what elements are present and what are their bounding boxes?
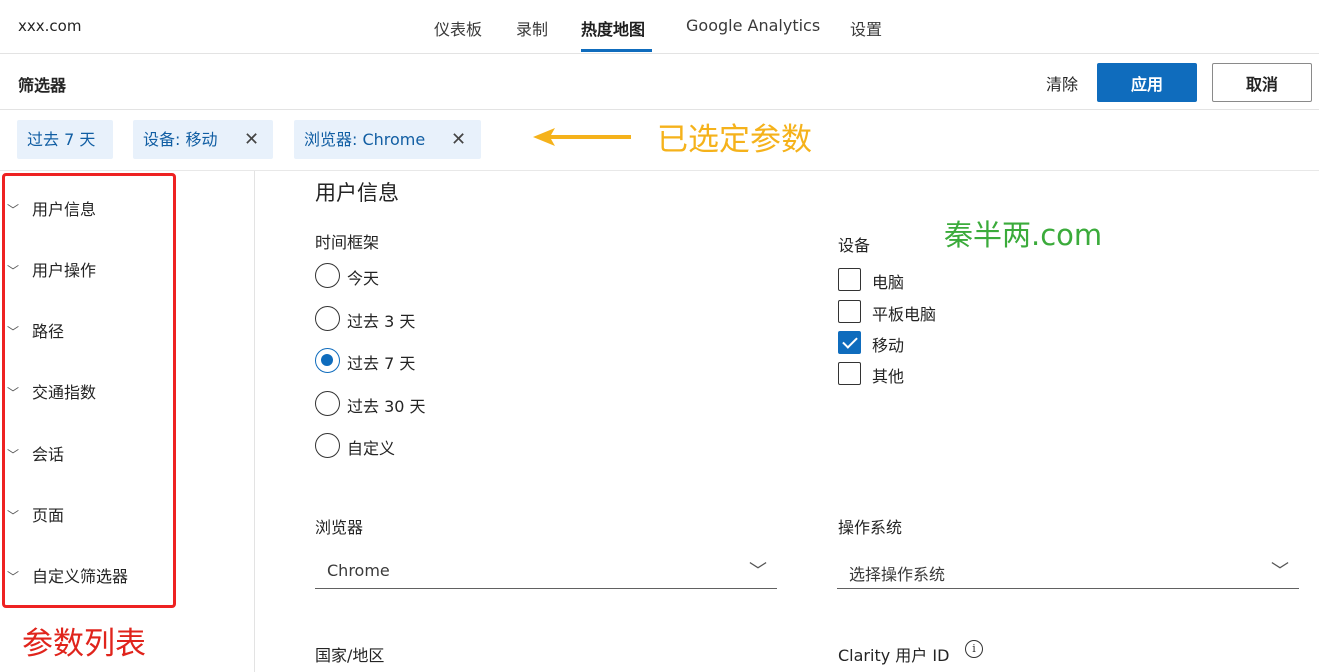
info-icon[interactable]: i [965, 640, 983, 658]
close-icon[interactable]: ✕ [451, 120, 466, 159]
os-dropdown[interactable]: 选择操作系统 ﹀ [837, 553, 1299, 589]
annotation-arrow-icon [533, 128, 631, 146]
radio-circle [315, 306, 340, 331]
radio-circle [315, 391, 340, 416]
active-tab-indicator [581, 49, 652, 52]
watermark: 秦半两.com [944, 218, 1103, 252]
browser-dropdown[interactable]: Chrome ﹀ [315, 553, 777, 589]
checkbox-box-checked [838, 331, 861, 354]
annotation-highlight-box [2, 173, 176, 608]
radio-label: 过去 30 天 [347, 397, 426, 416]
browser-label: 浏览器 [315, 518, 364, 537]
os-label: 操作系统 [838, 518, 903, 537]
clear-button[interactable]: 清除 [1046, 71, 1078, 95]
checkbox-box [838, 362, 861, 385]
radio-circle-selected [315, 348, 340, 373]
filter-panel-title: 筛选器 [18, 76, 67, 95]
clarity-user-id-label: Clarity 用户 ID [838, 646, 950, 665]
chevron-down-icon: ﹀ [749, 561, 767, 582]
checkbox-label: 平板电脑 [872, 305, 937, 324]
filter-chip-device[interactable]: 设备: 移动 ✕ [133, 120, 273, 159]
nav-tab-settings[interactable]: 设置 [850, 16, 882, 40]
chevron-down-icon: ﹀ [1271, 561, 1289, 582]
top-navigation-bar: xxx.com 仪表板 录制 热度地图 Google Analytics 设置 [0, 0, 1319, 54]
os-dropdown-placeholder: 选择操作系统 [849, 565, 946, 584]
radio-label: 自定义 [347, 439, 396, 458]
browser-dropdown-value: Chrome [327, 561, 390, 580]
checkbox-label: 电脑 [872, 273, 905, 292]
radio-circle [315, 263, 340, 288]
annotation-selected-params: 已选定参数 [657, 122, 812, 158]
filter-header: 筛选器 清除 应用 取消 [0, 54, 1319, 110]
radio-circle [315, 433, 340, 458]
filter-chip-time[interactable]: 过去 7 天 [17, 120, 113, 159]
filter-chip-browser[interactable]: 浏览器: Chrome ✕ [294, 120, 481, 159]
section-title: 用户信息 [315, 181, 399, 205]
cancel-button[interactable]: 取消 [1212, 63, 1312, 102]
annotation-param-list: 参数列表 [22, 626, 146, 662]
checkbox-label: 移动 [872, 336, 905, 355]
site-name[interactable]: xxx.com [18, 17, 81, 35]
radio-label: 今天 [347, 269, 380, 288]
chip-label: 过去 7 天 [27, 130, 96, 149]
chip-label: 浏览器: Chrome [304, 130, 426, 149]
nav-tab-google-analytics[interactable]: Google Analytics [686, 16, 820, 35]
close-icon[interactable]: ✕ [244, 120, 259, 159]
device-label: 设备 [838, 236, 871, 255]
nav-tab-heatmaps[interactable]: 热度地图 [581, 16, 645, 40]
radio-label: 过去 3 天 [347, 312, 416, 331]
checkbox-box [838, 268, 861, 291]
radio-label: 过去 7 天 [347, 354, 416, 373]
nav-tab-dashboard[interactable]: 仪表板 [434, 16, 482, 40]
checkbox-label: 其他 [872, 367, 905, 386]
nav-tab-recordings[interactable]: 录制 [516, 16, 548, 40]
country-label: 国家/地区 [315, 646, 385, 665]
time-frame-label: 时间框架 [315, 233, 380, 252]
apply-button[interactable]: 应用 [1097, 63, 1197, 102]
chip-label: 设备: 移动 [143, 130, 218, 149]
checkbox-box [838, 300, 861, 323]
